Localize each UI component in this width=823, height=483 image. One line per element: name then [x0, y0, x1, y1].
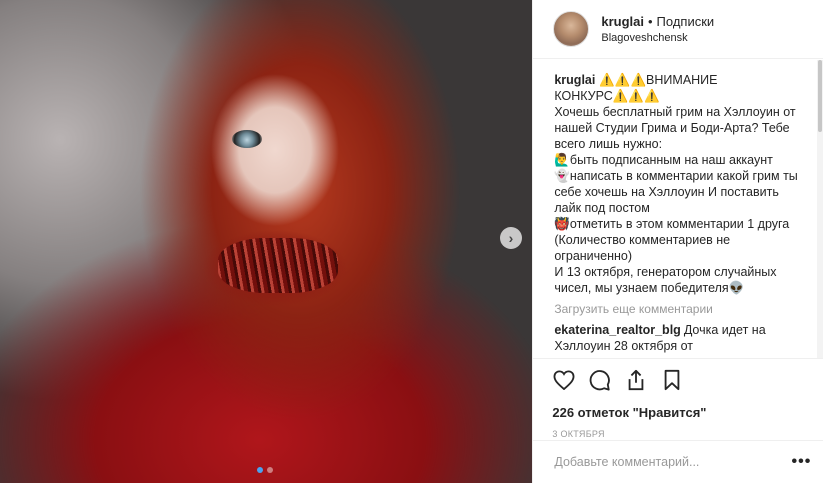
post-header: kruglai • Подписки Blagoveshchensk — [533, 0, 823, 59]
comments-scrollbar[interactable] — [817, 60, 823, 358]
caption-username[interactable]: kruglai — [554, 73, 595, 87]
add-comment-bar: ••• — [533, 440, 823, 483]
carousel-dot — [267, 467, 273, 473]
chevron-right-icon: › — [508, 230, 514, 246]
action-icons — [552, 368, 807, 392]
photo-eye — [232, 130, 262, 148]
more-options-icon[interactable]: ••• — [792, 453, 812, 471]
comment-icon[interactable] — [588, 368, 612, 392]
next-image-button[interactable]: › — [500, 227, 522, 249]
caption-text: ⚠️⚠️⚠️ВНИМАНИЕ КОНКУРС⚠️⚠️⚠️ Хочешь бесп… — [554, 73, 798, 295]
header-separator: • — [647, 14, 653, 29]
likes-count[interactable]: 226 отметок "Нравится" — [552, 405, 807, 420]
carousel-dot-active — [257, 467, 263, 473]
carousel-dots — [257, 467, 273, 473]
bookmark-icon[interactable] — [660, 368, 684, 392]
avatar[interactable] — [553, 11, 590, 47]
share-icon[interactable] — [624, 368, 648, 392]
post-photo[interactable]: › — [0, 0, 533, 483]
caption: kruglai ⚠️⚠️⚠️ВНИМАНИЕ КОНКУРС⚠️⚠️⚠️ Хоче… — [554, 72, 805, 296]
comment-input[interactable] — [552, 454, 792, 470]
caption-body: kruglai ⚠️⚠️⚠️ВНИМАНИЕ КОНКУРС⚠️⚠️⚠️ Хоче… — [554, 72, 805, 296]
photo-makeup — [218, 238, 338, 293]
post-sidebar: kruglai • Подписки Blagoveshchensk krugl… — [532, 0, 823, 483]
heart-icon[interactable] — [552, 368, 576, 392]
header-line: kruglai • Подписки — [601, 14, 714, 29]
follow-status-button[interactable]: Подписки — [657, 14, 715, 29]
load-more-comments-button[interactable]: Загрузить еще комментарии — [554, 302, 805, 316]
post-date: 3 ОКТЯБРЯ — [552, 429, 605, 439]
header-username[interactable]: kruglai — [601, 14, 644, 29]
comment-username[interactable]: ekaterina_realtor_blg — [554, 323, 680, 337]
comment-item: ekaterina_realtor_blg Дочка идет на Хэлло… — [554, 322, 805, 354]
header-text: kruglai • Подписки Blagoveshchensk — [601, 14, 714, 44]
post: › kruglai • Подписки Blagoveshchensk kru… — [0, 0, 823, 483]
post-actions: 226 отметок "Нравится" 3 ОКТЯБРЯ — [533, 358, 823, 439]
location-link[interactable]: Blagoveshchensk — [601, 32, 714, 44]
comments-list: kruglai ⚠️⚠️⚠️ВНИМАНИЕ КОНКУРС⚠️⚠️⚠️ Хоче… — [533, 60, 805, 358]
scrollbar-thumb[interactable] — [818, 60, 822, 132]
